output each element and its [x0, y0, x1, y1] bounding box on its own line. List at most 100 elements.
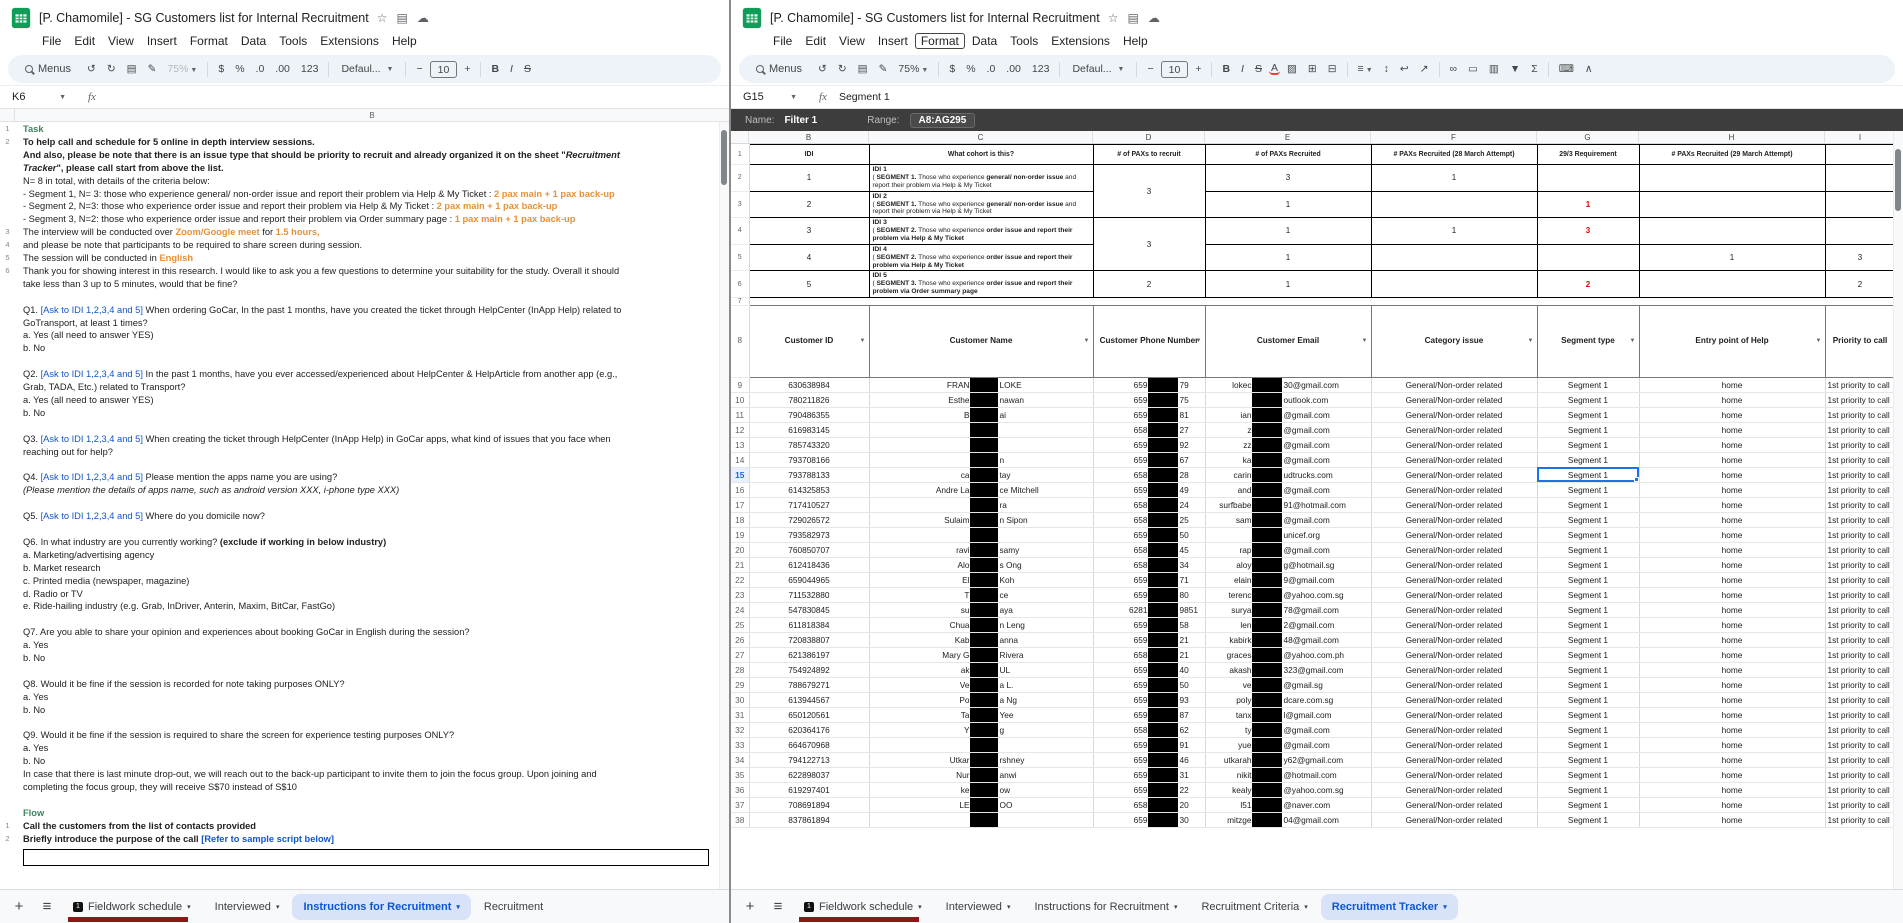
- category-issue-cell[interactable]: General/Non-order related: [1371, 737, 1538, 753]
- category-issue-cell[interactable]: General/Non-order related: [1371, 482, 1538, 498]
- customer-email-cell[interactable]: sam @gmail.com: [1205, 512, 1372, 528]
- header-cell[interactable]: # of PAXs Recruited: [1204, 144, 1372, 165]
- segment-cell[interactable]: Segment 1: [1537, 527, 1640, 543]
- customer-phone-cell[interactable]: 659 71: [1093, 572, 1206, 588]
- decrease-font-size-button[interactable]: −: [412, 61, 426, 77]
- priority-cell[interactable]: 1st priority to call: [1825, 602, 1893, 618]
- customer-name-cell[interactable]: FRAN LOKE: [869, 377, 1094, 393]
- row-number[interactable]: 24: [731, 602, 750, 618]
- doc-line[interactable]: b. No: [0, 755, 719, 768]
- customer-phone-cell[interactable]: 659 93: [1093, 692, 1206, 708]
- customer-email-cell[interactable]: ty @gmail.com: [1205, 722, 1372, 738]
- menu-item[interactable]: Insert: [141, 33, 183, 49]
- customer-email-cell[interactable]: lokec 30@gmail.com: [1205, 377, 1372, 393]
- priority-cell[interactable]: 1st priority to call: [1825, 722, 1893, 738]
- customer-phone-header[interactable]: Customer Phone Number ▼: [1092, 304, 1206, 378]
- segment-cell[interactable]: Segment 1: [1537, 662, 1640, 678]
- customer-id-cell[interactable]: 794122713: [749, 752, 870, 768]
- segment-cell[interactable]: Segment 1: [1537, 377, 1640, 393]
- all-sheets-button[interactable]: ≡: [34, 898, 60, 915]
- instructions-document[interactable]: 1 Task 2 To help call and schedule for 5 on…: [0, 122, 719, 889]
- priority-cell[interactable]: 1st priority to call: [1825, 422, 1893, 438]
- insert-chart-button[interactable]: ▥: [1485, 61, 1503, 77]
- customer-id-cell[interactable]: 837861894: [749, 812, 870, 828]
- customer-name-cell[interactable]: [869, 437, 1094, 453]
- menu-item[interactable]: Tools: [273, 33, 313, 49]
- horizontal-align-button[interactable]: ≡ ▼: [1354, 61, 1377, 77]
- segment-cell[interactable]: Segment 1: [1537, 812, 1640, 828]
- decrease-font-size-button[interactable]: −: [1143, 61, 1157, 77]
- customer-phone-cell[interactable]: 659 75: [1093, 392, 1206, 408]
- grid-corner[interactable]: [0, 109, 15, 121]
- segment-type-header[interactable]: Segment type ▼: [1536, 304, 1640, 378]
- customer-id-cell[interactable]: 717410527: [749, 497, 870, 513]
- customer-id-cell[interactable]: 711532880: [749, 587, 870, 603]
- scrollbar-thumb[interactable]: [721, 130, 727, 185]
- font-size-input[interactable]: 10: [429, 60, 458, 78]
- decrease-decimal-button[interactable]: .0: [252, 61, 269, 77]
- segment-cell[interactable]: Segment 1: [1537, 797, 1640, 813]
- extra-cell[interactable]: 2: [1824, 270, 1893, 298]
- doc-line[interactable]: - Segment 1, N= 3: those who experience …: [0, 188, 719, 201]
- move-folder-icon[interactable]: ▤: [1127, 11, 1140, 25]
- scrollbar-thumb[interactable]: [1895, 149, 1901, 211]
- header-cell[interactable]: IDI: [748, 144, 870, 165]
- filter-dropdown-icon[interactable]: ▼: [1528, 336, 1534, 346]
- cohort-cell[interactable]: IDI 4( SEGMENT 2. Those who experience o…: [868, 243, 1094, 272]
- idi-cell[interactable]: 1: [748, 164, 870, 192]
- customer-email-cell[interactable]: outlook.com: [1205, 392, 1372, 408]
- row-number[interactable]: 18: [731, 512, 750, 528]
- customer-email-cell[interactable]: z @gmail.com: [1205, 422, 1372, 438]
- category-issue-cell[interactable]: General/Non-order related: [1371, 662, 1538, 678]
- menus-search-button[interactable]: Menus: [16, 61, 80, 77]
- customer-email-cell[interactable]: akash 323@gmail.com: [1205, 662, 1372, 678]
- menu-item[interactable]: Edit: [68, 33, 101, 49]
- cohort-cell[interactable]: IDI 2( SEGMENT 1. Those who experience g…: [868, 190, 1094, 219]
- paint-format-button[interactable]: ✎: [144, 61, 161, 77]
- priority-cell[interactable]: 1st priority to call: [1825, 512, 1893, 528]
- borders-button[interactable]: ⊞: [1304, 61, 1321, 77]
- entry-point-cell[interactable]: home: [1639, 737, 1826, 753]
- doc-line[interactable]: 3 The interview will be conducted over Zo…: [0, 226, 719, 239]
- priority-cell[interactable]: 1st priority to call: [1825, 752, 1893, 768]
- pax-28march-cell[interactable]: [1370, 190, 1538, 219]
- segment-cell[interactable]: Segment 1: [1537, 707, 1640, 723]
- doc-line[interactable]: [0, 665, 719, 678]
- segment-cell[interactable]: Segment 1: [1537, 422, 1640, 438]
- segment-cell[interactable]: Segment 1: [1537, 557, 1640, 573]
- doc-line[interactable]: reaching out for help?: [0, 446, 719, 459]
- left-sheet-grid[interactable]: B 1 Task 2 To help call and schedule for 5 …: [0, 109, 729, 889]
- doc-line[interactable]: 1 Call the customers from the list of con…: [0, 820, 719, 833]
- menu-item[interactable]: View: [833, 33, 871, 49]
- row-number[interactable]: 5: [731, 244, 750, 272]
- empty-row[interactable]: [749, 297, 1893, 306]
- customer-id-cell[interactable]: 664670968: [749, 737, 870, 753]
- category-issue-cell[interactable]: General/Non-order related: [1371, 722, 1538, 738]
- entry-point-cell[interactable]: home: [1639, 407, 1826, 423]
- row-number[interactable]: 1: [731, 144, 750, 165]
- customer-phone-cell[interactable]: 658 45: [1093, 542, 1206, 558]
- customer-email-cell[interactable]: graces @yahoo.com.ph: [1205, 647, 1372, 663]
- row-number[interactable]: 38: [731, 812, 750, 828]
- menu-item[interactable]: Edit: [799, 33, 832, 49]
- row-number[interactable]: 33: [731, 737, 750, 753]
- column-header[interactable]: D: [1093, 131, 1205, 143]
- customer-email-cell[interactable]: tanx l@gmail.com: [1205, 707, 1372, 723]
- customer-name-cell[interactable]: Ta Yee: [869, 707, 1094, 723]
- entry-point-cell[interactable]: home: [1639, 452, 1826, 468]
- cloud-status-icon[interactable]: ☁: [416, 11, 430, 25]
- row-number[interactable]: 11: [731, 407, 750, 423]
- category-issue-cell[interactable]: General/Non-order related: [1371, 707, 1538, 723]
- entry-point-cell[interactable]: home: [1639, 617, 1826, 633]
- customer-email-cell[interactable]: len 2@gmail.com: [1205, 617, 1372, 633]
- category-issue-cell[interactable]: General/Non-order related: [1371, 542, 1538, 558]
- doc-line[interactable]: GoTransport, at least 1 times?: [0, 317, 719, 330]
- customer-phone-cell[interactable]: 659 30: [1093, 812, 1206, 828]
- customer-id-cell[interactable]: 708691894: [749, 797, 870, 813]
- merge-cells-button[interactable]: ⊟: [1324, 61, 1341, 77]
- segment-cell[interactable]: Segment 1: [1537, 752, 1640, 768]
- requirement-cell[interactable]: 3: [1536, 217, 1640, 245]
- menu-item[interactable]: Format: [184, 33, 234, 49]
- pax-to-recruit-cell[interactable]: 2: [1092, 270, 1206, 298]
- doc-line[interactable]: take less than 3 up to 5 minutes, would …: [0, 278, 719, 291]
